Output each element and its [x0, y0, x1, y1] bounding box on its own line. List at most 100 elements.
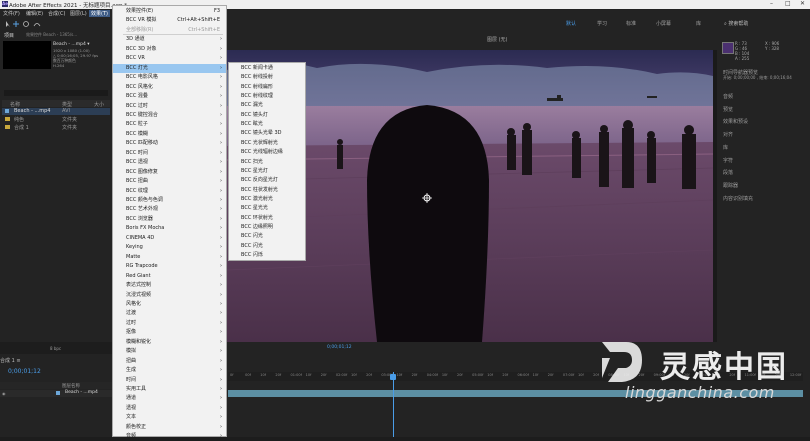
effects-menu-item[interactable]: BCC VR 模拟 Ctrl+Alt+Shift+E: [113, 16, 226, 25]
effects-menu-item[interactable]: Boris FX Mocha ›: [113, 224, 226, 233]
effects-menu-item[interactable]: BCC 键控混合 ›: [113, 111, 226, 120]
tab-project[interactable]: 项目: [4, 32, 14, 39]
column-name[interactable]: 名称: [10, 101, 20, 108]
bcc-light-submenu-item[interactable]: BCC 扫光: [229, 158, 305, 167]
playhead-handle[interactable]: [390, 374, 396, 380]
effects-menu-item[interactable]: BCC 灯光 ›: [113, 63, 226, 73]
effects-menu-item[interactable]: 模拟 ›: [113, 347, 226, 356]
bcc-light-submenu-item[interactable]: BCC 射线纹理: [229, 92, 305, 101]
effects-menu-item[interactable]: BCC 风格化 ›: [113, 83, 226, 92]
menu-layer[interactable]: 图层(L): [70, 10, 87, 17]
effects-menu-item[interactable]: BCC 电影风格 ›: [113, 73, 226, 82]
panel-character[interactable]: 字符: [723, 157, 733, 164]
effects-menu-item[interactable]: 效果控件(E) F3: [113, 7, 226, 16]
effects-menu-item[interactable]: BCC 扭曲 ›: [113, 177, 226, 186]
bcc-light-submenu-item[interactable]: BCC 漏光: [229, 101, 305, 110]
effects-menu-item[interactable]: Red Giant ›: [113, 272, 226, 281]
column-size[interactable]: 大小: [94, 101, 104, 108]
bcc-light-submenu-item[interactable]: BCC 射线投射: [229, 73, 305, 82]
effects-menu-item[interactable]: 时间 ›: [113, 376, 226, 385]
bcc-light-submenu-item[interactable]: BCC 边缘照明: [229, 223, 305, 232]
footage-name[interactable]: Beach - ...mp4 ▾: [53, 42, 90, 47]
timeline-timecode[interactable]: 0;00;01;12: [8, 368, 41, 375]
bcc-light-submenu-item[interactable]: BCC 环状射光: [229, 214, 305, 223]
effects-menu-item[interactable]: BCC 浏览器 ›: [113, 215, 226, 224]
menu-effects[interactable]: 效果(T): [89, 10, 110, 17]
bcc-light-submenu-item[interactable]: BCC 光状辉射光: [229, 139, 305, 148]
menu-composition[interactable]: 合成(C): [48, 10, 65, 17]
effects-menu-item[interactable]: BCC 纹理 ›: [113, 187, 226, 196]
eye-icon[interactable]: ◉: [2, 391, 6, 396]
panel-audio[interactable]: 音频: [723, 93, 733, 100]
panel-preview[interactable]: 预览: [723, 106, 733, 113]
effects-menu-item[interactable]: BCC VR ›: [113, 54, 226, 63]
project-row[interactable]: 纯色 文件夹: [2, 116, 110, 123]
effects-menu-item[interactable]: 沉浸式视频 ›: [113, 291, 226, 300]
effects-menu-item[interactable]: 实用工具 ›: [113, 385, 226, 394]
project-row[interactable]: 合成 1 文件夹: [2, 124, 110, 131]
bcc-light-submenu-item[interactable]: BCC 闪烁: [229, 251, 305, 260]
effects-menu-item[interactable]: BCC 透视 ›: [113, 158, 226, 167]
tool-icons[interactable]: [4, 20, 64, 28]
effects-menu-item[interactable]: BCC 图像修复 ›: [113, 168, 226, 177]
panel-content-aware-fill[interactable]: 内容识别填充: [723, 195, 753, 202]
effects-menu-item[interactable]: BCC 时间 ›: [113, 149, 226, 158]
effects-menu-item[interactable]: BCC 混叠 ›: [113, 92, 226, 101]
bcc-light-submenu-item[interactable]: BCC 柱状发射光: [229, 186, 305, 195]
panel-libraries[interactable]: 库: [723, 144, 728, 151]
bcc-light-submenu-item[interactable]: BCC 新闻卡通: [229, 64, 305, 73]
tab-timeline-comp[interactable]: 合成 1 ≡: [0, 357, 21, 364]
workspace-learn[interactable]: 学习: [597, 20, 607, 27]
effects-menu-item[interactable]: BCC 过时 ›: [113, 102, 226, 111]
project-search-input[interactable]: [4, 90, 108, 96]
bcc-light-submenu-item[interactable]: BCC 光线辐射边缘: [229, 148, 305, 157]
bcc-light-submenu-item[interactable]: BCC 星光灯: [229, 167, 305, 176]
effects-menu-item[interactable]: CINEMA 4D ›: [113, 234, 226, 243]
effects-menu-item[interactable]: BCC 艺术外观 ›: [113, 205, 226, 214]
effects-menu-item[interactable]: 透视 ›: [113, 404, 226, 413]
project-row[interactable]: Beach - ...mp4 AVI: [2, 108, 110, 115]
tab-layer[interactable]: 图层 (无): [487, 36, 508, 43]
bcc-light-submenu-item[interactable]: BCC 镜头光晕 3D: [229, 129, 305, 138]
menu-edit[interactable]: 编辑(E): [26, 10, 43, 17]
column-type[interactable]: 类型: [62, 101, 72, 108]
effects-menu-item[interactable]: 模糊和锐化 ›: [113, 338, 226, 347]
minimize-button[interactable]: –: [770, 0, 773, 7]
effects-menu-item[interactable]: RG Trapcode ›: [113, 262, 226, 271]
effects-menu-item[interactable]: 过时 ›: [113, 319, 226, 328]
panel-paragraph[interactable]: 段落: [723, 169, 733, 176]
bcc-light-submenu-item[interactable]: BCC 镜头灯: [229, 111, 305, 120]
bcc-light-submenu-item[interactable]: BCC 闪光: [229, 242, 305, 251]
maximize-button[interactable]: □: [785, 0, 791, 7]
effects-menu-item[interactable]: BCC 粒子 ›: [113, 120, 226, 129]
effects-menu-item[interactable]: BCC 3D 对象 ›: [113, 45, 226, 54]
bcc-light-submenu-item[interactable]: BCC 激光射光: [229, 195, 305, 204]
close-button[interactable]: ✕: [800, 0, 805, 7]
menu-file[interactable]: 文件(F): [3, 10, 20, 17]
effects-menu-item[interactable]: 扭曲 ›: [113, 357, 226, 366]
panel-tracker[interactable]: 跟踪器: [723, 182, 738, 189]
effects-menu-item[interactable]: 生成 ›: [113, 366, 226, 375]
workspace-libraries[interactable]: 库: [696, 20, 701, 27]
bcc-light-submenu-item[interactable]: BCC 星光光: [229, 204, 305, 213]
bcc-light-submenu-item[interactable]: BCC 眩光: [229, 120, 305, 129]
tab-effect-controls[interactable]: 效果控件 Beach - 1365/s...: [26, 32, 77, 38]
effects-menu-item[interactable]: Matte ›: [113, 253, 226, 262]
workspace-standard[interactable]: 标准: [626, 20, 636, 27]
bit-depth[interactable]: 8 bpc: [50, 346, 61, 351]
effects-menu-item[interactable]: 表达式控制 ›: [113, 281, 226, 290]
panel-align[interactable]: 对齐: [723, 131, 733, 138]
bcc-light-submenu-item[interactable]: BCC 射线扁形: [229, 83, 305, 92]
search-help-field[interactable]: ⌕ 搜索帮助: [724, 20, 804, 28]
viewer-timecode[interactable]: 0;00;01;12: [327, 345, 352, 350]
effects-menu-item[interactable]: Keying ›: [113, 243, 226, 252]
effects-menu-item[interactable]: BCC 颜色与色调 ›: [113, 196, 226, 205]
bcc-light-submenu-item[interactable]: BCC 闪光: [229, 232, 305, 241]
effects-menu-item[interactable]: 过渡 ›: [113, 309, 226, 318]
bcc-light-submenu-item[interactable]: BCC 反向星光灯: [229, 176, 305, 185]
panel-effects-presets[interactable]: 效果和预设: [723, 118, 748, 125]
workspace-default[interactable]: 默认: [566, 20, 576, 27]
effects-menu-item[interactable]: BCC 模糊 ›: [113, 130, 226, 139]
effects-menu-item[interactable]: 3D 通道 ›: [113, 35, 226, 44]
workspace-small-screen[interactable]: 小屏幕: [656, 20, 671, 27]
